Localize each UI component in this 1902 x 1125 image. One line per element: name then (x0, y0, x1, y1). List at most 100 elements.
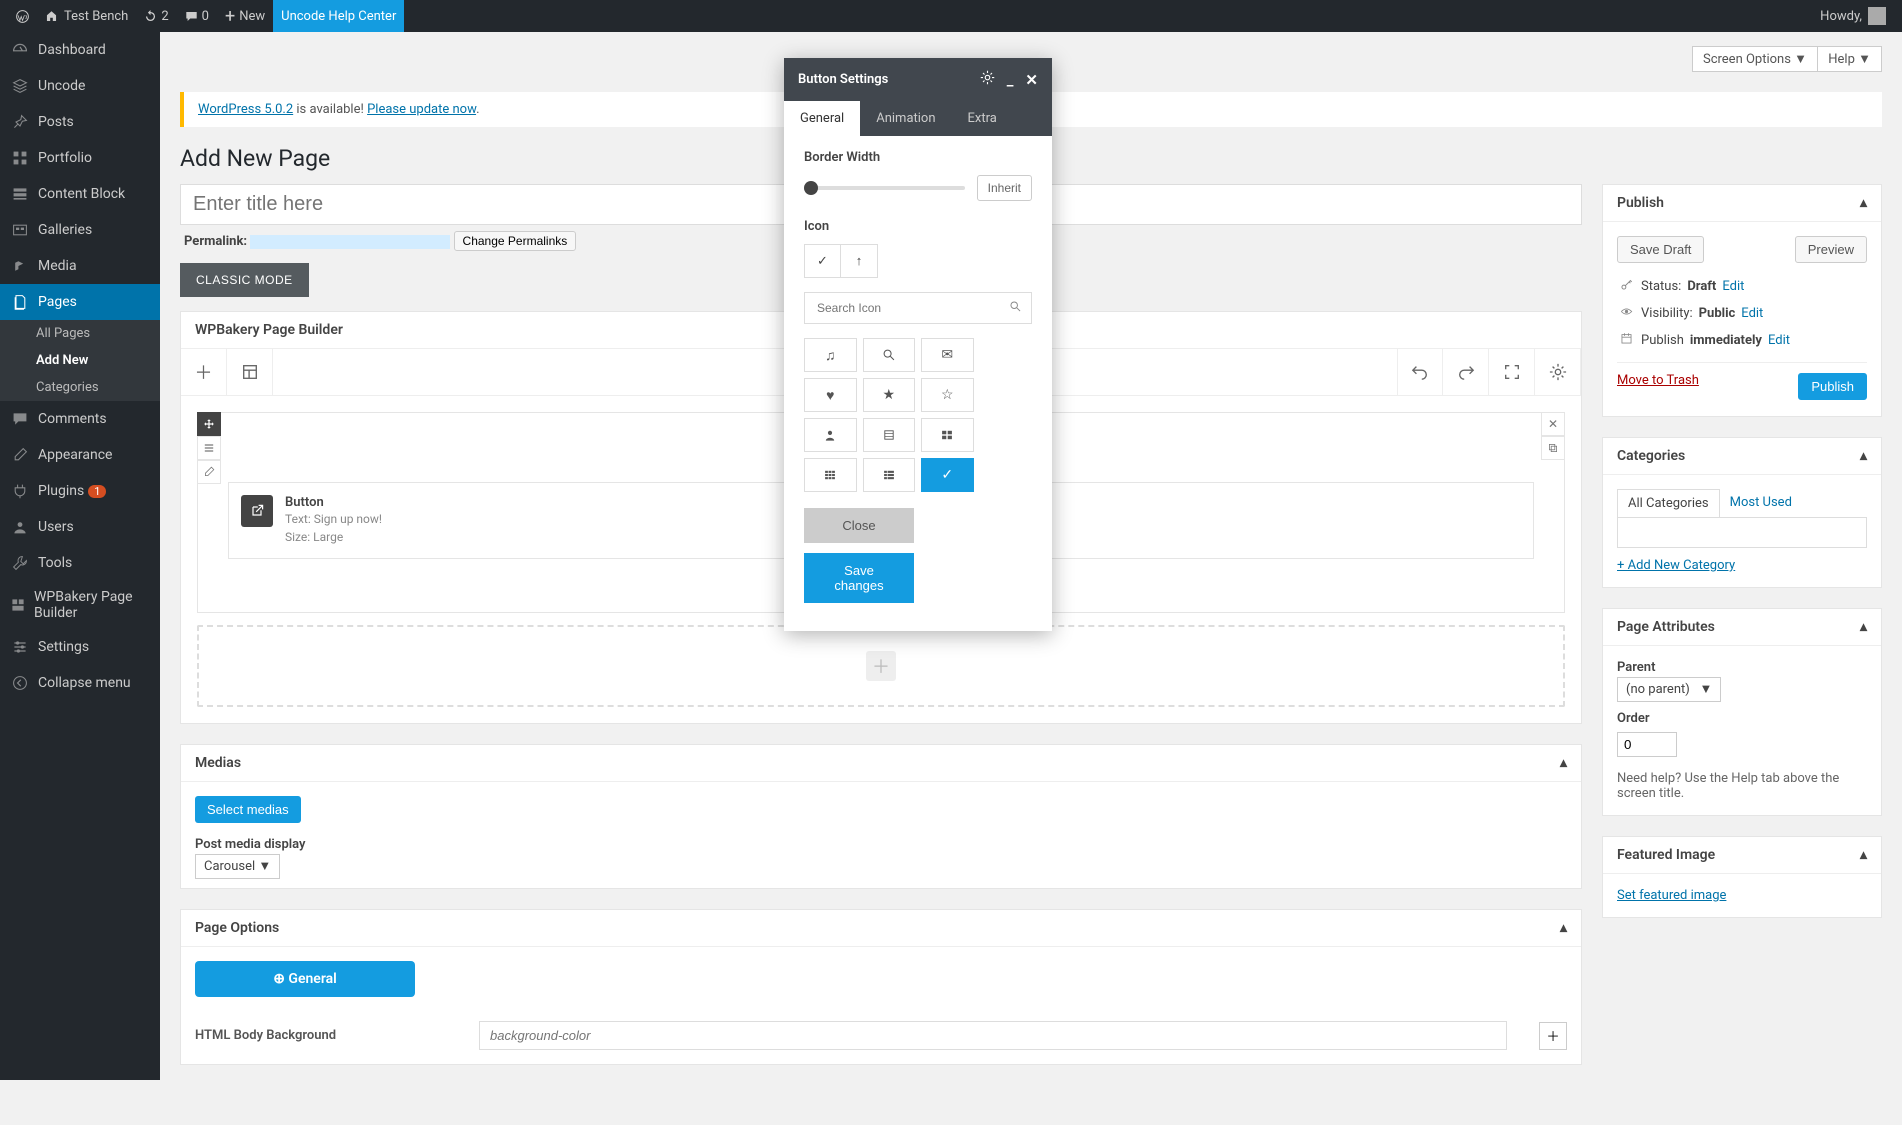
submenu-add-new[interactable]: Add New (0, 347, 160, 374)
inherit-button[interactable]: Inherit (977, 175, 1032, 201)
menu-settings[interactable]: Settings (0, 629, 160, 665)
help-center[interactable]: Uncode Help Center (273, 0, 404, 32)
preview-button[interactable]: Preview (1795, 236, 1867, 263)
icon-search-input[interactable] (805, 293, 999, 323)
publish-heading[interactable]: Publish▴ (1603, 185, 1881, 222)
page-attributes-heading[interactable]: Page Attributes▴ (1603, 609, 1881, 646)
edit-visibility-link[interactable]: Edit (1741, 306, 1763, 321)
featured-image-heading[interactable]: Featured Image▴ (1603, 837, 1881, 874)
modal-tab-general[interactable]: General (784, 101, 860, 136)
wp-version-link[interactable]: WordPress 5.0.2 (198, 102, 293, 117)
border-width-slider[interactable] (804, 186, 965, 190)
row-delete-button[interactable]: ✕ (1541, 412, 1565, 436)
row-move-handle[interactable] (197, 412, 221, 436)
menu-pages[interactable]: Pages (0, 284, 160, 320)
th-icon[interactable] (804, 458, 857, 492)
wp-logo[interactable] (8, 0, 37, 32)
comments-count[interactable]: 0 (177, 0, 217, 32)
check-icon[interactable]: ✓ (921, 458, 974, 492)
move-to-trash-link[interactable]: Move to Trash (1617, 373, 1699, 400)
fullscreen-button[interactable] (1489, 349, 1535, 395)
menu-dashboard[interactable]: Dashboard (0, 32, 160, 68)
icon-upload-button[interactable]: ↑ (841, 245, 877, 277)
modal-tab-animation[interactable]: Animation (860, 101, 951, 136)
modal-minimize-icon[interactable]: _ (1007, 71, 1014, 89)
classic-mode-button[interactable]: CLASSIC MODE (180, 263, 309, 297)
set-featured-image-link[interactable]: Set featured image (1617, 888, 1726, 903)
add-new-category-link[interactable]: + Add New Category (1617, 558, 1735, 573)
updates[interactable]: 2 (136, 0, 176, 32)
edit-status-link[interactable]: Edit (1722, 279, 1744, 294)
star-outline-icon[interactable]: ☆ (921, 378, 974, 412)
order-input[interactable] (1617, 732, 1677, 757)
menu-comments[interactable]: Comments (0, 401, 160, 437)
heart-icon[interactable]: ♥ (804, 378, 857, 412)
menu-collapse[interactable]: Collapse menu (0, 665, 160, 701)
undo-button[interactable] (1397, 349, 1443, 395)
search-icon[interactable] (999, 300, 1031, 317)
change-permalinks-button[interactable]: Change Permalinks (454, 231, 577, 251)
slider-knob[interactable] (804, 181, 818, 195)
star-filled-icon[interactable]: ★ (863, 378, 916, 412)
row-columns-button[interactable] (197, 436, 221, 460)
menu-appearance[interactable]: Appearance (0, 437, 160, 473)
user-glyph-icon[interactable] (804, 418, 857, 452)
categories-heading[interactable]: Categories▴ (1603, 438, 1881, 475)
menu-users[interactable]: Users (0, 509, 160, 545)
update-now-link[interactable]: Please update now (367, 102, 476, 117)
publish-button[interactable]: Publish (1798, 373, 1867, 400)
row-clone-button[interactable] (1541, 436, 1565, 460)
edit-date-link[interactable]: Edit (1768, 333, 1790, 348)
parent-select[interactable]: (no parent) ▼ (1617, 677, 1721, 702)
media-display-select[interactable]: Carousel ▼ (195, 854, 280, 879)
template-button[interactable] (227, 349, 273, 395)
th-list-icon[interactable] (863, 458, 916, 492)
icon-confirm-button[interactable]: ✓ (805, 245, 841, 277)
modal-save-button[interactable]: Save changes (804, 553, 914, 603)
menu-media[interactable]: Media (0, 248, 160, 284)
medias-heading[interactable]: Medias▴ (181, 745, 1581, 782)
po-general-tab[interactable]: ⊕ General (195, 961, 415, 997)
comment-icon (10, 409, 30, 429)
all-categories-tab[interactable]: All Categories (1617, 489, 1720, 518)
menu-portfolio[interactable]: Portfolio (0, 140, 160, 176)
help-tab[interactable]: Help ▼ (1817, 46, 1882, 72)
select-medias-button[interactable]: Select medias (195, 796, 301, 823)
vc-add-row[interactable]: ＋ (197, 625, 1565, 707)
search-glyph-icon[interactable] (863, 338, 916, 372)
screen-options-tab[interactable]: Screen Options ▼ (1692, 46, 1818, 72)
add-element-button[interactable]: ＋ (181, 349, 227, 395)
film-icon[interactable] (863, 418, 916, 452)
category-list (1617, 518, 1867, 548)
music-icon[interactable]: ♫ (804, 338, 857, 372)
menu-uncode[interactable]: Uncode (0, 68, 160, 104)
menu-content-block[interactable]: Content Block (0, 176, 160, 212)
modal-gear-icon[interactable] (980, 70, 995, 89)
modal-close-button[interactable]: Close (804, 508, 914, 543)
submenu-categories[interactable]: Categories (0, 374, 160, 401)
menu-posts[interactable]: Posts (0, 104, 160, 140)
submenu-all-pages[interactable]: All Pages (0, 320, 160, 347)
menu-galleries[interactable]: Galleries (0, 212, 160, 248)
my-account[interactable]: Howdy, (1812, 0, 1894, 32)
settings-gear-button[interactable] (1535, 349, 1581, 395)
modal-close-icon[interactable]: ✕ (1025, 71, 1038, 89)
plugins-badge: 1 (88, 485, 106, 498)
th-large-icon[interactable] (921, 418, 974, 452)
mail-icon[interactable]: ✉ (921, 338, 974, 372)
menu-wpbakery[interactable]: WPBakery Page Builder (0, 581, 160, 629)
site-name[interactable]: Test Bench (37, 0, 136, 32)
save-draft-button[interactable]: Save Draft (1617, 236, 1704, 263)
new-content[interactable]: +New (217, 0, 273, 32)
eye-icon (1617, 305, 1635, 322)
page-options-heading[interactable]: Page Options▴ (181, 910, 1581, 947)
menu-tools[interactable]: Tools (0, 545, 160, 581)
redo-button[interactable] (1443, 349, 1489, 395)
most-used-tab[interactable]: Most Used (1720, 489, 1802, 518)
row-edit-button[interactable] (197, 460, 221, 484)
bg-color-input[interactable] (479, 1021, 1507, 1050)
modal-tab-extra[interactable]: Extra (952, 101, 1013, 136)
menu-plugins[interactable]: Plugins1 (0, 473, 160, 509)
bg-add-button[interactable]: ＋ (1539, 1022, 1567, 1050)
button-settings-modal: Button Settings _ ✕ General Animation Ex… (784, 58, 1052, 631)
